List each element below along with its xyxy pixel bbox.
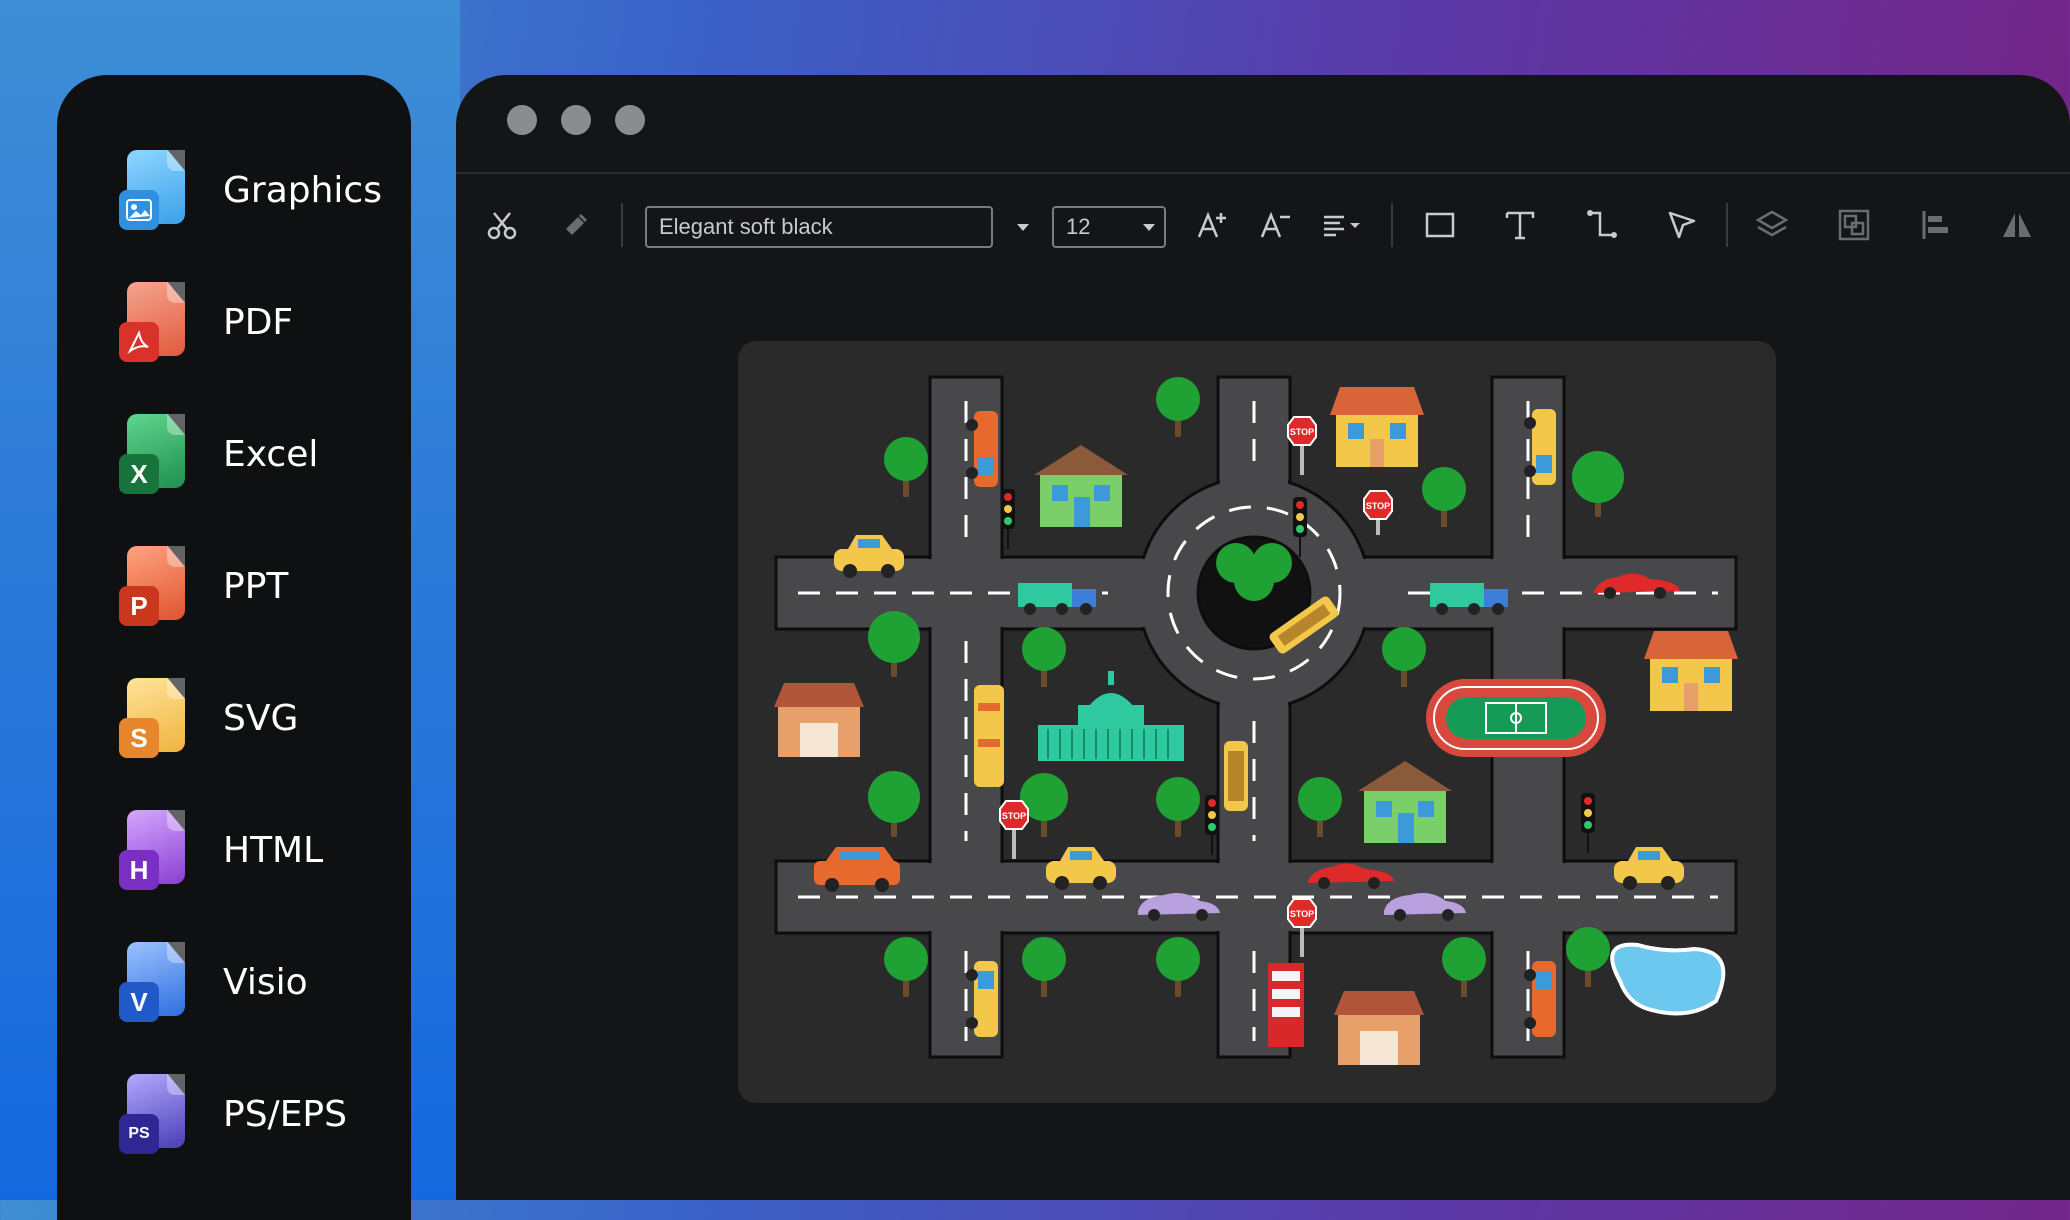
sidebar-item-label: Visio xyxy=(223,961,308,1003)
graphics-file-icon xyxy=(119,150,185,230)
sidebar-item-label: Graphics xyxy=(223,169,382,211)
sidebar-item-label: PPT xyxy=(223,565,289,607)
pdf-file-icon xyxy=(119,282,185,362)
increase-font-icon[interactable] xyxy=(1193,205,1233,245)
sidebar-item-label: PDF xyxy=(223,301,294,343)
text-icon[interactable] xyxy=(1500,205,1540,245)
toolbar: Elegant soft black 12 xyxy=(456,185,2070,265)
sidebar-item-label: Excel xyxy=(223,433,319,475)
ppt-file-icon: P xyxy=(119,546,185,626)
toolbar-separator xyxy=(1391,203,1393,247)
size-dropdown-icon[interactable] xyxy=(1143,224,1155,231)
connector-icon[interactable] xyxy=(1582,205,1622,245)
window-maximize-dot[interactable] xyxy=(615,105,645,135)
layers-icon[interactable] xyxy=(1752,205,1792,245)
sidebar-item-ps-eps[interactable]: PS PS/EPS xyxy=(119,1069,399,1159)
pointer-icon[interactable] xyxy=(1662,205,1702,245)
flip-icon[interactable] xyxy=(1997,205,2037,245)
title-divider xyxy=(456,172,2070,174)
sidebar-item-visio[interactable]: V Visio xyxy=(119,937,399,1027)
svg-text:STOP: STOP xyxy=(1366,501,1390,511)
sidebar-item-ppt[interactable]: P PPT xyxy=(119,541,399,631)
sports-field xyxy=(1426,679,1606,757)
window-minimize-dot[interactable] xyxy=(561,105,591,135)
rectangle-icon[interactable] xyxy=(1420,205,1460,245)
ps-file-icon: PS xyxy=(119,1074,185,1154)
excel-file-icon: X xyxy=(119,414,185,494)
city-map-diagram[interactable]: STOP STOP STOP STOP xyxy=(738,341,1776,1103)
svg-text:STOP: STOP xyxy=(1290,909,1314,919)
format-sidebar: Graphics PDF X Excel P PPT S SVG H HTML … xyxy=(57,75,411,1220)
svg-file-icon: S xyxy=(119,678,185,758)
font-dropdown-icon[interactable] xyxy=(1017,224,1029,231)
sidebar-item-label: SVG xyxy=(223,697,299,739)
align-icon[interactable] xyxy=(1318,205,1370,245)
visio-file-icon: V xyxy=(119,942,185,1022)
editor-window: Elegant soft black 12 STOP STOP STOP STO… xyxy=(456,75,2070,1200)
scissors-icon[interactable] xyxy=(482,205,522,245)
svg-text:STOP: STOP xyxy=(1290,427,1314,437)
sidebar-item-pdf[interactable]: PDF xyxy=(119,277,399,367)
font-family-select[interactable]: Elegant soft black xyxy=(645,206,993,248)
sidebar-item-excel[interactable]: X Excel xyxy=(119,409,399,499)
sidebar-item-graphics[interactable]: Graphics xyxy=(119,145,399,235)
window-close-dot[interactable] xyxy=(507,105,537,135)
svg-text:STOP: STOP xyxy=(1002,811,1026,821)
toolbar-separator xyxy=(1726,203,1728,247)
sidebar-item-label: PS/EPS xyxy=(223,1093,347,1135)
sidebar-item-svg[interactable]: S SVG xyxy=(119,673,399,763)
decrease-font-icon[interactable] xyxy=(1256,205,1296,245)
format-painter-icon[interactable] xyxy=(556,205,596,245)
sidebar-item-html[interactable]: H HTML xyxy=(119,805,399,895)
html-file-icon: H xyxy=(119,810,185,890)
align-left-icon[interactable] xyxy=(1916,205,1956,245)
toolbar-separator xyxy=(621,203,623,247)
group-icon[interactable] xyxy=(1834,205,1874,245)
sidebar-item-label: HTML xyxy=(223,829,324,871)
